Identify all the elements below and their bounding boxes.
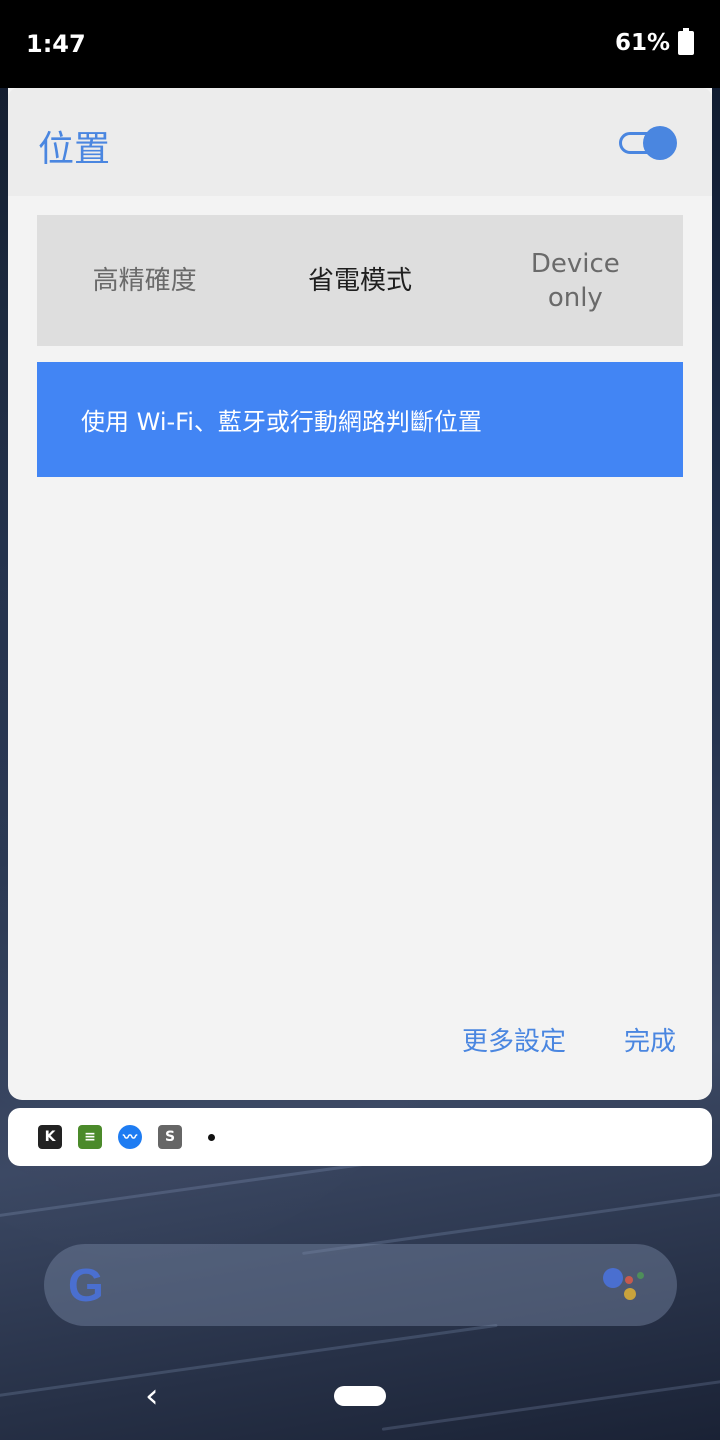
- status-time: 1:47: [26, 30, 86, 58]
- mode-description: 使用 Wi-Fi、藍牙或行動網路判斷位置: [37, 362, 683, 477]
- back-icon[interactable]: ‹: [145, 1376, 159, 1416]
- dialog-title: 位置: [38, 129, 111, 170]
- navigation-bar: ‹: [0, 1350, 720, 1440]
- assistant-icon[interactable]: [603, 1266, 647, 1306]
- dialog-header: 位置: [8, 88, 712, 196]
- mode-battery-saving[interactable]: 省電模式: [252, 215, 467, 346]
- mode-selector: 高精確度 省電模式 Device only: [37, 215, 683, 346]
- location-dialog: 位置 高精確度 省電模式 Device only 使用 Wi-Fi、藍牙或行動網…: [8, 88, 712, 1100]
- more-notifications-dot: [208, 1133, 215, 1141]
- google-search-bar[interactable]: G: [44, 1244, 677, 1326]
- battery-percent: 61%: [614, 30, 670, 56]
- status-right: 61%: [614, 28, 694, 56]
- home-pill[interactable]: [334, 1386, 386, 1406]
- toggle-thumb: [643, 126, 677, 160]
- done-button[interactable]: 完成: [624, 1021, 676, 1058]
- battery-icon: [678, 28, 694, 55]
- status-bar: 1:47 61%: [0, 0, 720, 88]
- location-toggle[interactable]: [619, 126, 677, 160]
- messenger-icon: 〰: [118, 1125, 142, 1149]
- note-icon: ≡: [78, 1125, 102, 1149]
- mode-device-only[interactable]: Device only: [468, 215, 683, 346]
- mode-high-accuracy[interactable]: 高精確度: [37, 215, 252, 346]
- more-settings-button[interactable]: 更多設定: [462, 1021, 566, 1058]
- notification-strip[interactable]: K ≡ 〰 S: [8, 1108, 712, 1166]
- google-g-icon: G: [68, 1259, 104, 1311]
- dialog-actions: 更多設定 完成: [462, 1021, 676, 1058]
- shop-icon: S: [158, 1125, 182, 1149]
- k-app-icon: K: [38, 1125, 62, 1149]
- mode-device-only-label: Device only: [530, 248, 620, 313]
